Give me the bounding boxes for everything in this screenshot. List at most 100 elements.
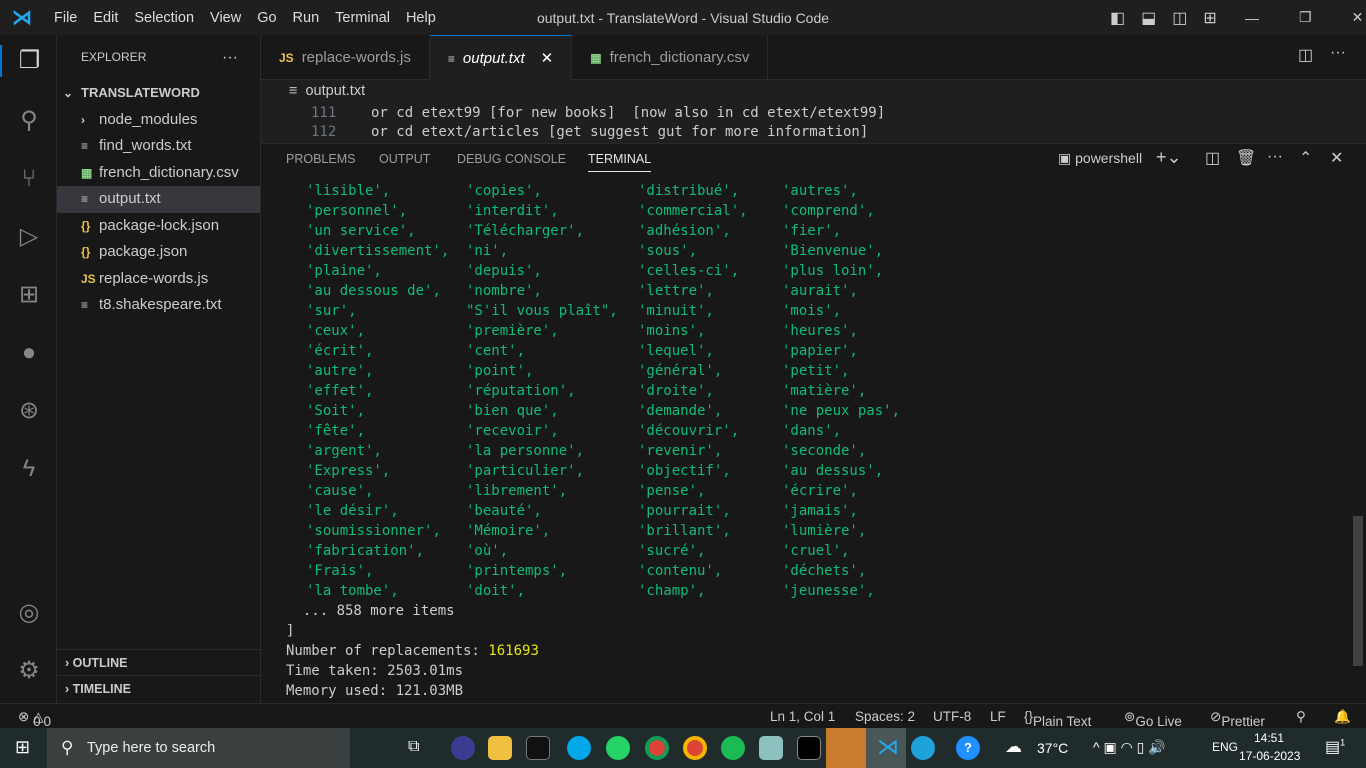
tab-problems[interactable]: PROBLEMS bbox=[286, 152, 355, 166]
thunder-client-icon[interactable]: ϟ bbox=[13, 453, 45, 485]
tab-output[interactable]: OUTPUT bbox=[379, 152, 430, 166]
weather-temp[interactable]: 37°C bbox=[1037, 740, 1068, 756]
run-debug-icon[interactable]: ▷ bbox=[13, 221, 45, 253]
vscode-taskbar-icon[interactable]: ⋊ bbox=[866, 728, 906, 768]
source-control-icon[interactable]: ⑂ bbox=[13, 163, 45, 195]
file-item[interactable]: JS replace-words.js bbox=[57, 266, 260, 293]
terminal-scrollbar[interactable] bbox=[1353, 516, 1363, 666]
file-item[interactable]: {} package.json bbox=[57, 239, 260, 266]
file-item[interactable]: ▦ french_dictionary.csv bbox=[57, 160, 260, 187]
new-terminal-icon[interactable]: +⌄ bbox=[1156, 147, 1182, 168]
notifications-icon[interactable]: 🔔 bbox=[1334, 709, 1351, 725]
prettier-status[interactable]: ⊘ Prettier bbox=[1210, 709, 1265, 729]
settings-gear-icon[interactable]: ⚙ bbox=[13, 655, 45, 687]
more-actions-icon[interactable]: ··· bbox=[222, 35, 238, 80]
mysql-icon[interactable] bbox=[526, 736, 550, 760]
notification-center-icon[interactable]: ▤1 bbox=[1325, 737, 1345, 757]
language-mode[interactable]: {} Plain Text bbox=[1024, 709, 1091, 729]
security-shield-icon[interactable] bbox=[826, 728, 866, 768]
chrome-icon[interactable] bbox=[645, 736, 669, 760]
accounts-status-icon[interactable]: ⚲ bbox=[1296, 709, 1306, 725]
close-window-button[interactable]: ✕ bbox=[1352, 9, 1364, 26]
task-view-icon[interactable]: ⧉ bbox=[408, 738, 419, 756]
whatsapp-icon[interactable] bbox=[606, 736, 630, 760]
array-item: 'bien que', bbox=[466, 403, 559, 419]
terminal-output[interactable]: 'lisible', 'copies', 'distribué', 'autres',… bbox=[286, 181, 1086, 701]
more-actions-icon[interactable]: ··· bbox=[1267, 148, 1283, 166]
go-live-button[interactable]: ⊚ Go Live bbox=[1124, 709, 1182, 729]
more-actions-icon[interactable]: ··· bbox=[1330, 44, 1346, 62]
tab-debug-console[interactable]: DEBUG CONSOLE bbox=[457, 152, 566, 166]
cursor-position[interactable]: Ln 1, Col 1 bbox=[770, 709, 835, 724]
menu-go[interactable]: Go bbox=[249, 10, 284, 26]
tray-icons[interactable]: ^ ▣ ◠ ▯ 🔊 bbox=[1093, 739, 1166, 756]
menu-terminal[interactable]: Terminal bbox=[327, 10, 398, 26]
toggle-panel-icon[interactable]: ⬓ bbox=[1141, 8, 1156, 28]
array-item: 'nombre', bbox=[466, 283, 542, 299]
clock-time[interactable]: 14:51 bbox=[1254, 731, 1284, 745]
file-item[interactable]: {} package-lock.json bbox=[57, 213, 260, 240]
indentation[interactable]: Spaces: 2 bbox=[855, 709, 915, 724]
editor[interactable]: 111 or cd etext99 [for new books] [now a… bbox=[261, 103, 1366, 143]
explorer-icon[interactable]: ❐ bbox=[0, 45, 57, 77]
menu-file[interactable]: File bbox=[46, 10, 85, 26]
close-tab-icon[interactable]: ✕ bbox=[541, 50, 554, 67]
array-item: 'objectif', bbox=[638, 463, 731, 479]
language-indicator[interactable]: ENG bbox=[1212, 740, 1238, 754]
tab-replace-words-js[interactable]: JS replace-words.js bbox=[261, 35, 430, 80]
windows-start-icon[interactable]: ⊞ bbox=[15, 737, 30, 758]
kill-terminal-icon[interactable]: 🗑 bbox=[1236, 148, 1256, 168]
eclipse-icon[interactable] bbox=[451, 736, 475, 760]
search-icon[interactable]: ⚲ bbox=[13, 105, 45, 137]
restore-button[interactable]: ❐ bbox=[1299, 9, 1312, 26]
weather-icon[interactable]: ☁ bbox=[1005, 737, 1022, 757]
timeline-section[interactable]: › TIMELINE bbox=[57, 675, 261, 701]
eol[interactable]: LF bbox=[990, 709, 1006, 724]
minimize-button[interactable]: — bbox=[1245, 10, 1259, 26]
encoding[interactable]: UTF-8 bbox=[933, 709, 971, 724]
chrome-profile-icon[interactable] bbox=[683, 736, 707, 760]
skype-icon[interactable] bbox=[567, 736, 591, 760]
edge-icon[interactable] bbox=[911, 736, 935, 760]
split-editor-icon[interactable]: ◫ bbox=[1298, 45, 1313, 65]
file-item[interactable]: › node_modules bbox=[57, 107, 260, 134]
problems-status[interactable]: ⊗ 0 △ 0 bbox=[18, 709, 51, 729]
customize-layout-icon[interactable]: ⊞ bbox=[1203, 8, 1216, 28]
help-icon[interactable]: ? bbox=[956, 736, 980, 760]
toggle-sidebar-icon[interactable]: ◧ bbox=[1110, 8, 1125, 28]
notes-app-icon[interactable] bbox=[759, 736, 783, 760]
file-item[interactable]: ≡ t8.shakespeare.txt bbox=[57, 292, 260, 319]
git-graph-icon[interactable]: ⊛ bbox=[13, 395, 45, 427]
menu-help[interactable]: Help bbox=[398, 10, 444, 26]
folder-root[interactable]: ⌄ TRANSLATEWORD bbox=[57, 80, 260, 107]
array-item: 'Télécharger', bbox=[466, 223, 585, 239]
tab-output-txt[interactable]: ≡ output.txt ✕ bbox=[429, 35, 573, 80]
taskbar-search[interactable]: ⚲ Type here to search bbox=[47, 728, 350, 768]
menu-view[interactable]: View bbox=[202, 10, 249, 26]
accounts-icon[interactable]: ◎ bbox=[13, 597, 45, 629]
file-item[interactable]: ≡ output.txt bbox=[57, 186, 260, 213]
array-item: 'argent', bbox=[306, 443, 382, 459]
split-terminal-icon[interactable]: ◫ bbox=[1205, 148, 1220, 168]
breadcrumb[interactable]: ≡ output.txt bbox=[261, 80, 1366, 103]
file-explorer-icon[interactable] bbox=[488, 736, 512, 760]
github-icon[interactable]: ● bbox=[13, 337, 45, 369]
tab-french_dictionary-csv[interactable]: ▦ french_dictionary.csv bbox=[572, 35, 769, 80]
tab-terminal[interactable]: TERMINAL bbox=[588, 152, 652, 172]
menu-edit[interactable]: Edit bbox=[85, 10, 126, 26]
menu-run[interactable]: Run bbox=[285, 10, 328, 26]
toggle-secondary-sidebar-icon[interactable]: ◫ bbox=[1172, 8, 1187, 28]
maximize-panel-icon[interactable]: ⌃ bbox=[1299, 148, 1312, 168]
command-prompt-icon[interactable] bbox=[797, 736, 821, 760]
file-item[interactable]: ≡ find_words.txt bbox=[57, 133, 260, 160]
clock-date[interactable]: 17-06-2023 bbox=[1239, 749, 1300, 763]
extensions-icon[interactable]: ⊞ bbox=[13, 279, 45, 311]
array-item: 'pourrait', bbox=[638, 503, 731, 519]
array-item: 'seconde', bbox=[782, 443, 867, 459]
close-panel-icon[interactable]: ✕ bbox=[1330, 148, 1343, 168]
spotify-icon[interactable] bbox=[721, 736, 745, 760]
menu-selection[interactable]: Selection bbox=[126, 10, 202, 26]
terminal-shell-selector[interactable]: ▣ powershell bbox=[1058, 150, 1142, 167]
outline-section[interactable]: › OUTLINE bbox=[57, 649, 261, 675]
array-item: 'sous', bbox=[638, 243, 698, 259]
